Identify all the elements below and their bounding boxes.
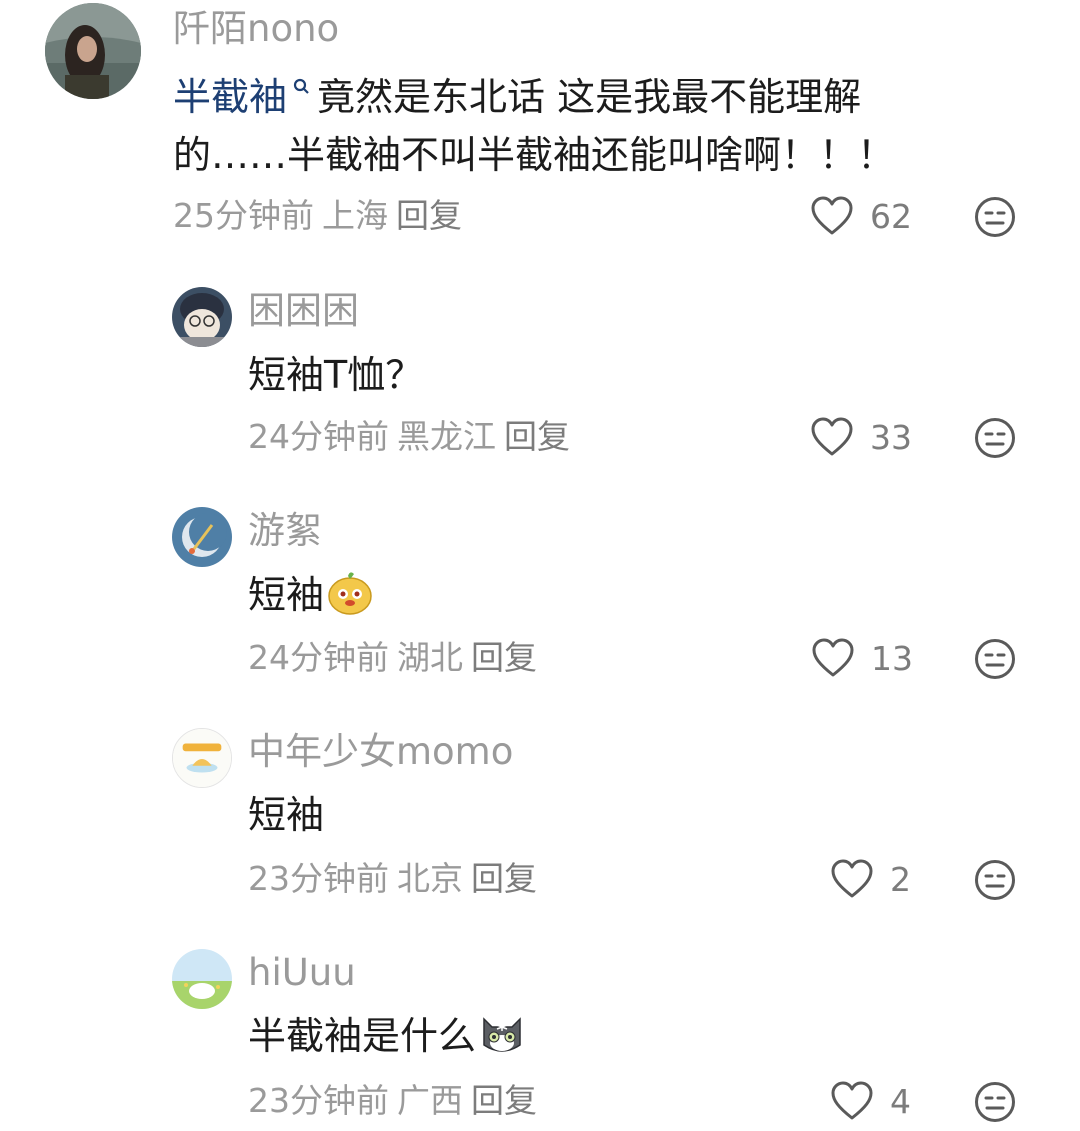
comment-text: 半截袖 竟然是东北话 这是我最不能理解 的……半截袖不叫半截袖还能叫啥啊！！！: [173, 68, 895, 184]
timestamp: 23分钟前: [248, 1081, 389, 1120]
username[interactable]: 游絮: [248, 512, 322, 549]
dislike-button[interactable]: [974, 1081, 1016, 1123]
avatar-image: [172, 507, 232, 567]
avatar[interactable]: [172, 949, 232, 1009]
keyword-link[interactable]: 半截袖: [173, 75, 287, 119]
comment-text: 半截袖是什么: [248, 1007, 526, 1065]
avatar-image: [172, 949, 232, 1009]
dislike-button[interactable]: [974, 417, 1016, 459]
username[interactable]: 困困困: [248, 292, 359, 329]
heart-icon: [811, 417, 853, 456]
timestamp: 24分钟前: [248, 638, 389, 677]
username[interactable]: hiUuu: [248, 954, 356, 991]
comment-meta: 24分钟前 湖北 回复: [248, 641, 537, 674]
location: 湖北: [397, 638, 463, 677]
reply-button[interactable]: 回复: [504, 417, 570, 456]
timestamp: 23分钟前: [248, 859, 389, 898]
cartoon-face-emoji-icon: [328, 572, 372, 615]
comment-meta: 25分钟前 上海 回复: [173, 199, 462, 232]
avatar-image: [45, 3, 141, 99]
comment-meta: 24分钟前 黑龙江 回复: [248, 420, 570, 453]
reply-item: 困困困 短袖T恤？ 24分钟前 黑龙江 回复 33: [0, 280, 1080, 480]
comment-text-line1: 竟然是东北话 这是我最不能理解: [317, 75, 862, 119]
username[interactable]: 阡陌nono: [173, 10, 339, 47]
like-button[interactable]: 4: [830, 1081, 911, 1121]
username[interactable]: 中年少女momo: [248, 733, 513, 770]
avatar[interactable]: [45, 3, 141, 99]
timestamp: 25分钟前: [173, 196, 314, 235]
avatar-image: [172, 287, 232, 347]
avatar[interactable]: [172, 507, 232, 567]
reply-item: hiUuu 半截袖是什么 23分钟前 广西 回复 4: [0, 942, 1080, 1131]
meh-face-icon: [975, 418, 1015, 458]
reply-button[interactable]: 回复: [471, 1081, 537, 1120]
heart-icon: [812, 638, 854, 677]
comment-item: 阡陌nono 半截袖 竟然是东北话 这是我最不能理解 的……半截袖不叫半截袖还能叫…: [0, 0, 1080, 260]
location: 上海: [322, 196, 388, 235]
like-button[interactable]: 33: [810, 417, 912, 457]
timestamp: 24分钟前: [248, 417, 389, 456]
avatar[interactable]: [172, 728, 232, 788]
reply-button[interactable]: 回复: [396, 196, 462, 235]
meh-face-icon: [975, 197, 1015, 237]
like-button[interactable]: 13: [811, 638, 913, 678]
comment-text: 短袖: [248, 566, 374, 624]
comment-meta: 23分钟前 广西 回复: [248, 1084, 537, 1117]
avatar[interactable]: [172, 287, 232, 347]
reply-button[interactable]: 回复: [471, 859, 537, 898]
avatar-image: [173, 729, 231, 787]
dislike-button[interactable]: [974, 859, 1016, 901]
heart-icon: [811, 196, 853, 235]
meh-face-icon: [975, 1082, 1015, 1122]
like-button[interactable]: 2: [830, 859, 911, 899]
location: 北京: [397, 859, 463, 898]
meh-face-icon: [975, 639, 1015, 679]
heart-icon: [831, 859, 873, 898]
reply-button[interactable]: 回复: [471, 638, 537, 677]
reply-item: 游絮 短袖 24分钟前 湖北 回复 13: [0, 500, 1080, 700]
comment-text: 短袖T恤？: [248, 353, 424, 397]
like-count: 62: [870, 196, 912, 236]
comment-meta: 23分钟前 北京 回复: [248, 862, 537, 895]
meh-face-icon: [975, 860, 1015, 900]
search-icon[interactable]: [293, 78, 309, 94]
like-count: 13: [871, 638, 913, 678]
reply-item: 中年少女momo 短袖 23分钟前 北京 回复 2: [0, 721, 1080, 921]
cat-face-emoji-icon: [483, 1017, 521, 1052]
like-button[interactable]: 62: [810, 196, 912, 236]
comment-text-content: 短袖: [248, 573, 325, 617]
like-count: 33: [870, 417, 912, 457]
comment-text: 短袖: [248, 793, 325, 837]
dislike-button[interactable]: [974, 196, 1016, 238]
comment-text-line2: 的……半截袖不叫半截袖还能叫啥啊！！！: [173, 133, 896, 177]
dislike-button[interactable]: [974, 638, 1016, 680]
comment-text-content: 半截袖是什么: [248, 1014, 477, 1058]
heart-icon: [831, 1081, 873, 1120]
location: 黑龙江: [397, 417, 496, 456]
location: 广西: [397, 1081, 463, 1120]
like-count: 4: [890, 1081, 911, 1121]
like-count: 2: [890, 859, 911, 899]
